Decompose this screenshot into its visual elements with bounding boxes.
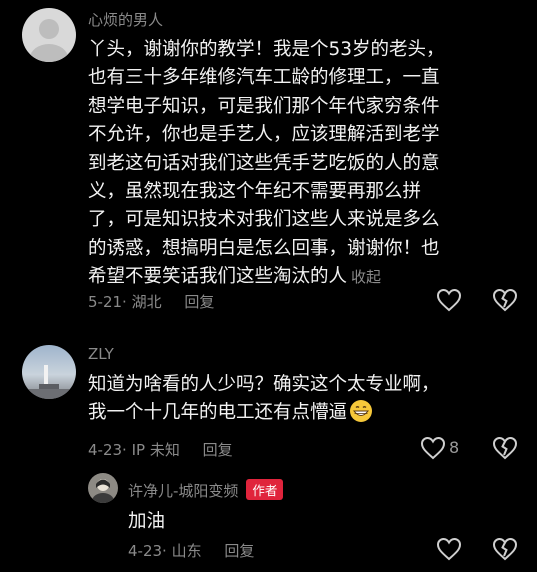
reply-button[interactable]: 回复 — [203, 441, 233, 459]
text-line: 的诱惑，想搞明白是怎么回事，谢谢你！也 — [88, 237, 440, 259]
reply-meta: 4-23· 山东 回复 — [128, 540, 254, 561]
author-badge: 作者 — [246, 479, 284, 500]
heart-icon[interactable] — [436, 288, 462, 312]
collapse-link[interactable]: 收起 — [351, 268, 381, 286]
like-count: 8 — [449, 438, 460, 457]
reply-username-row: 许净儿-城阳变频 作者 — [128, 479, 284, 501]
username[interactable]: ZLY — [88, 345, 114, 363]
date-location: 4-23· IP 未知 — [88, 441, 180, 459]
text-line: 义，虽然现在我这个年纪不需要再那么拼 — [88, 181, 422, 203]
broken-heart-icon[interactable] — [492, 436, 518, 460]
heart-icon[interactable] — [420, 436, 446, 460]
text-line: 知道为啥看的人少吗？确实这个太专业啊， — [88, 374, 440, 395]
portrait-avatar-icon — [92, 479, 114, 503]
avatar[interactable] — [22, 8, 76, 62]
text-line: 了，可是知识技术对我们这些人来说是多么 — [88, 209, 440, 231]
text-line: 不允许，你也是手艺人，应该理解活到老学 — [88, 124, 440, 146]
broken-heart-icon[interactable] — [492, 288, 518, 312]
text-line: 到老这句话对我们这些凭手艺吃饭的人的意 — [88, 152, 440, 174]
reply-text: 加油 — [128, 511, 166, 532]
text-line-content: 我一个十几年的电工还有点懵逼 — [88, 402, 348, 424]
comment-text: 丫头，谢谢你的教学！我是个53岁的老头， 也有三十多年维修汽车工龄的修理工，一直… — [88, 36, 528, 292]
text-line: 想学电子知识，可是我们那个年代家穷条件 — [88, 95, 440, 117]
date-location: 5-21· 湖北 — [88, 293, 162, 311]
default-avatar-icon — [30, 19, 68, 62]
comment-meta: 4-23· IP 未知 回复 — [88, 439, 233, 460]
text-line: 希望不要笑话我们这些淘汰的人 收起 — [88, 263, 528, 291]
lighthouse-scene-icon — [22, 365, 76, 399]
comment-meta: 5-21· 湖北 回复 — [88, 291, 214, 312]
text-line: 我一个十几年的电工还有点懵逼 — [88, 399, 528, 427]
text-line: 也有三十多年维修汽车工龄的修理工，一直 — [88, 67, 440, 89]
text-line: 丫头，谢谢你的教学！我是个53岁的老头， — [88, 39, 445, 60]
avatar[interactable] — [88, 473, 118, 503]
username[interactable]: 许净儿-城阳变频 — [128, 482, 238, 500]
reply-button[interactable]: 回复 — [224, 542, 254, 560]
comment-text: 知道为啥看的人少吗？确实这个太专业啊， 我一个十几年的电工还有点懵逼 — [88, 371, 528, 428]
date-location: 4-23· 山东 — [128, 542, 202, 560]
username[interactable]: 心烦的男人 — [88, 9, 163, 30]
avatar[interactable] — [22, 345, 76, 399]
text-line-content: 希望不要笑话我们这些淘汰的人 — [88, 266, 348, 288]
broken-heart-icon[interactable] — [492, 537, 518, 561]
reply-button[interactable]: 回复 — [184, 293, 214, 311]
grinning-face-icon — [350, 400, 373, 423]
heart-icon[interactable] — [436, 537, 462, 561]
